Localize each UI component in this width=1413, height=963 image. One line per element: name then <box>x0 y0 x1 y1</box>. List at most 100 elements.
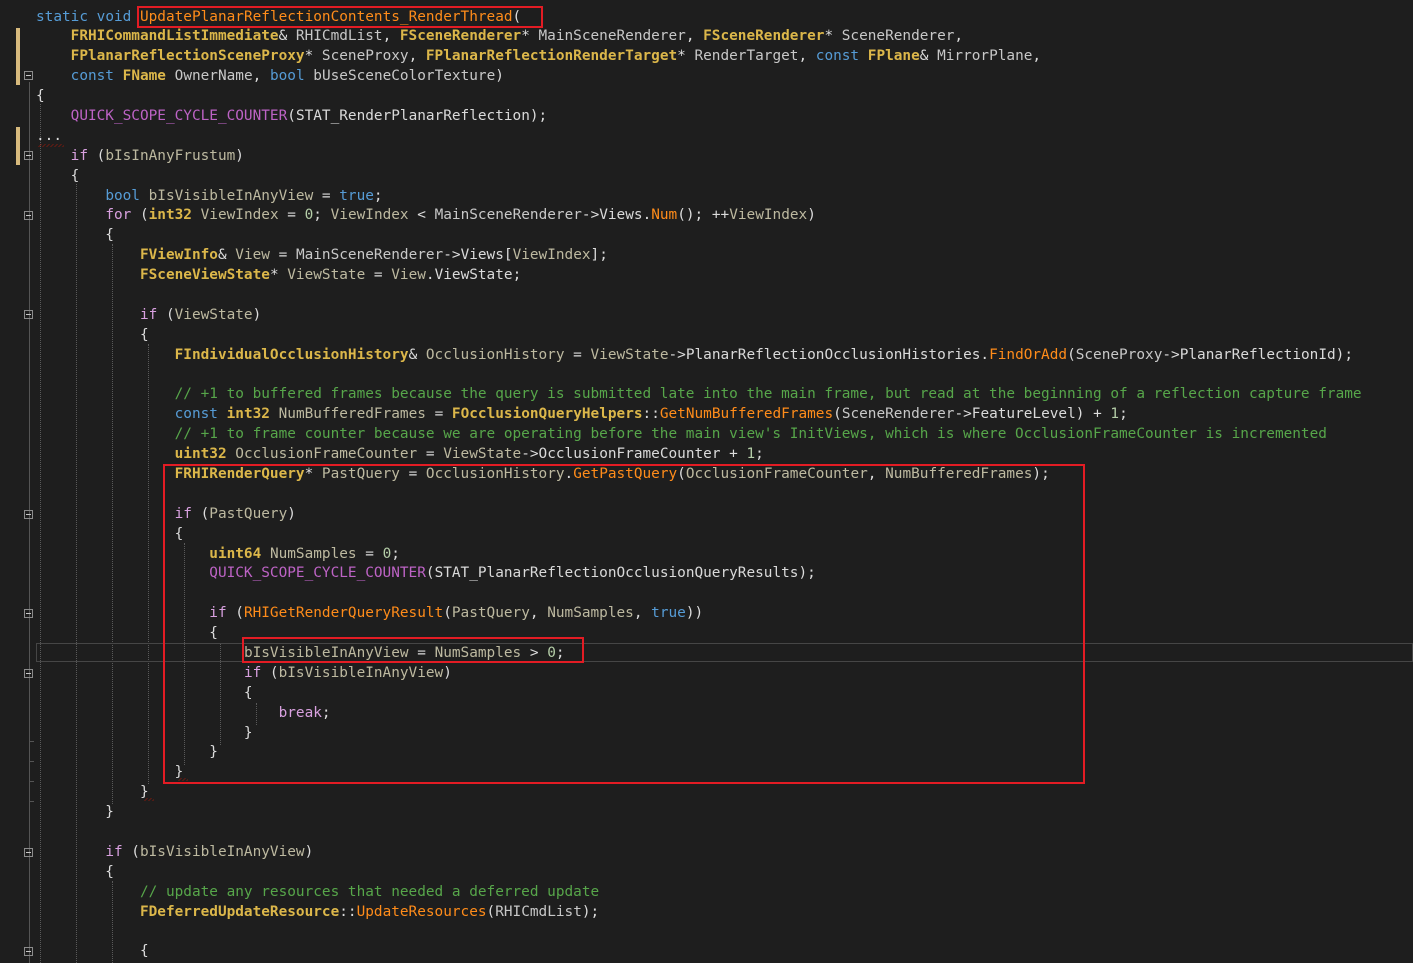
code-token: FDeferredUpdateResource <box>139 904 340 920</box>
code-line[interactable]: const FName OwnerName, bool bUseSceneCol… <box>36 66 504 86</box>
code-token: UpdateResources <box>356 904 487 920</box>
code-token: View <box>235 247 270 263</box>
code-token: bool <box>105 188 140 204</box>
collapse-icon[interactable] <box>24 151 33 160</box>
code-line[interactable]: FSceneViewState* ViewState = View.ViewSt… <box>36 265 521 285</box>
code-token: 1 <box>1110 406 1120 422</box>
code-line[interactable]: QUICK_SCOPE_CYCLE_COUNTER(STAT_RenderPla… <box>36 106 548 126</box>
collapse-icon[interactable] <box>24 609 33 618</box>
code-line[interactable]: // update any resources that needed a de… <box>36 882 599 902</box>
code-token: FViewInfo <box>139 247 218 263</box>
code-line[interactable]: for (int32 ViewIndex = 0; ViewIndex < Ma… <box>36 205 816 225</box>
code-line[interactable]: } <box>36 782 149 802</box>
change-marker <box>16 28 20 85</box>
code-token: const <box>174 406 218 422</box>
code-token: ) <box>235 148 244 164</box>
code-token: = <box>365 267 392 283</box>
code-line[interactable]: if (bIsVisibleInAnyView) <box>36 842 313 862</box>
code-line[interactable]: FIndividualOcclusionHistory& OcclusionHi… <box>36 345 1353 365</box>
code-line[interactable]: const int32 NumBufferedFrames = FOcclusi… <box>36 404 1128 424</box>
collapse-icon[interactable] <box>24 211 33 220</box>
code-token: FName <box>122 68 166 84</box>
collapse-icon[interactable] <box>24 310 33 319</box>
code-token: 0 <box>304 207 314 223</box>
code-token: :: <box>339 904 357 920</box>
code-token: const <box>70 68 114 84</box>
code-token: ViewState <box>443 446 522 462</box>
code-token: int32 <box>148 207 192 223</box>
code-token: FPlanarReflectionRenderTarget <box>425 48 678 64</box>
code-editor[interactable]: static void UpdatePlanarReflectionConten… <box>0 0 1413 963</box>
code-line[interactable]: { <box>36 86 45 106</box>
code-token: ( <box>131 207 149 223</box>
code-line[interactable]: uint32 OcclusionFrameCounter = ViewState… <box>36 444 764 464</box>
code-line[interactable]: FRHICommandListImmediate& RHICmdList, FS… <box>36 26 963 46</box>
code-token: FeatureLevel <box>971 406 1076 422</box>
code-line[interactable]: // +1 to frame counter because we are op… <box>36 424 1327 444</box>
code-token: static <box>36 9 88 25</box>
code-token: & <box>217 247 236 263</box>
code-token: bool <box>269 68 305 84</box>
code-token: { <box>36 227 114 243</box>
code-token: Views <box>599 207 643 223</box>
code-line[interactable]: FDeferredUpdateResource::UpdateResources… <box>36 902 599 922</box>
code-token: -> <box>668 347 686 363</box>
code-token: bIsVisibleInAnyView <box>139 844 305 860</box>
code-token: Num <box>651 207 678 223</box>
code-token: { <box>36 88 45 104</box>
code-token: -> <box>581 207 600 223</box>
code-token: // +1 to frame counter because we are op… <box>174 426 1327 442</box>
collapse-icon[interactable] <box>24 669 33 678</box>
code-line[interactable]: } <box>36 802 114 822</box>
code-token: ; <box>1119 406 1128 422</box>
code-line[interactable]: { <box>36 225 114 245</box>
code-token: = <box>564 347 591 363</box>
code-token: FindOrAdd <box>989 347 1068 363</box>
code-line[interactable]: { <box>36 166 80 186</box>
code-line[interactable]: ... <box>36 126 62 146</box>
code-token: ; <box>373 188 383 204</box>
code-line[interactable]: FPlanarReflectionSceneProxy* SceneProxy,… <box>36 46 1041 66</box>
code-token: -> <box>521 446 539 462</box>
code-token: MainSceneRenderer <box>295 247 444 263</box>
code-line[interactable]: { <box>36 941 149 961</box>
code-token: . <box>980 347 990 363</box>
code-token: ; <box>313 207 331 223</box>
code-line[interactable]: { <box>36 862 114 882</box>
code-token: ViewState <box>174 307 253 323</box>
code-line[interactable]: { <box>36 524 184 544</box>
code-line[interactable]: if (bIsInAnyFrustum) <box>36 146 244 166</box>
code-line[interactable]: { <box>36 325 149 345</box>
code-line[interactable]: // +1 to buffered frames because the que… <box>36 384 1362 404</box>
code-token: Views <box>460 247 504 263</box>
code-token: ); <box>529 108 548 124</box>
code-token: FSceneRenderer <box>399 28 522 44</box>
code-token: PlanarReflectionId <box>1179 347 1336 363</box>
code-token: OcclusionFrameCounter <box>235 446 418 462</box>
code-token: FSceneRenderer <box>703 28 825 44</box>
code-token: . <box>425 267 435 283</box>
code-line[interactable]: } <box>36 762 184 782</box>
collapse-icon[interactable] <box>24 848 33 857</box>
code-token: PlanarReflectionOcclusionHistories <box>685 347 981 363</box>
code-line[interactable]: bool bIsVisibleInAnyView = true; <box>36 186 383 206</box>
collapse-icon[interactable] <box>24 947 33 956</box>
code-token: FIndividualOcclusionHistory <box>174 347 409 363</box>
collapse-icon[interactable] <box>24 71 33 80</box>
code-token: FSceneViewState <box>139 267 270 283</box>
code-line[interactable]: FViewInfo& View = MainSceneRenderer->Vie… <box>36 245 608 265</box>
code-token: ViewState <box>434 267 513 283</box>
code-line[interactable]: if (ViewState) <box>36 305 261 325</box>
code-token: ) + <box>1075 406 1111 422</box>
code-token: + <box>720 446 747 462</box>
collapse-icon[interactable] <box>24 510 33 519</box>
